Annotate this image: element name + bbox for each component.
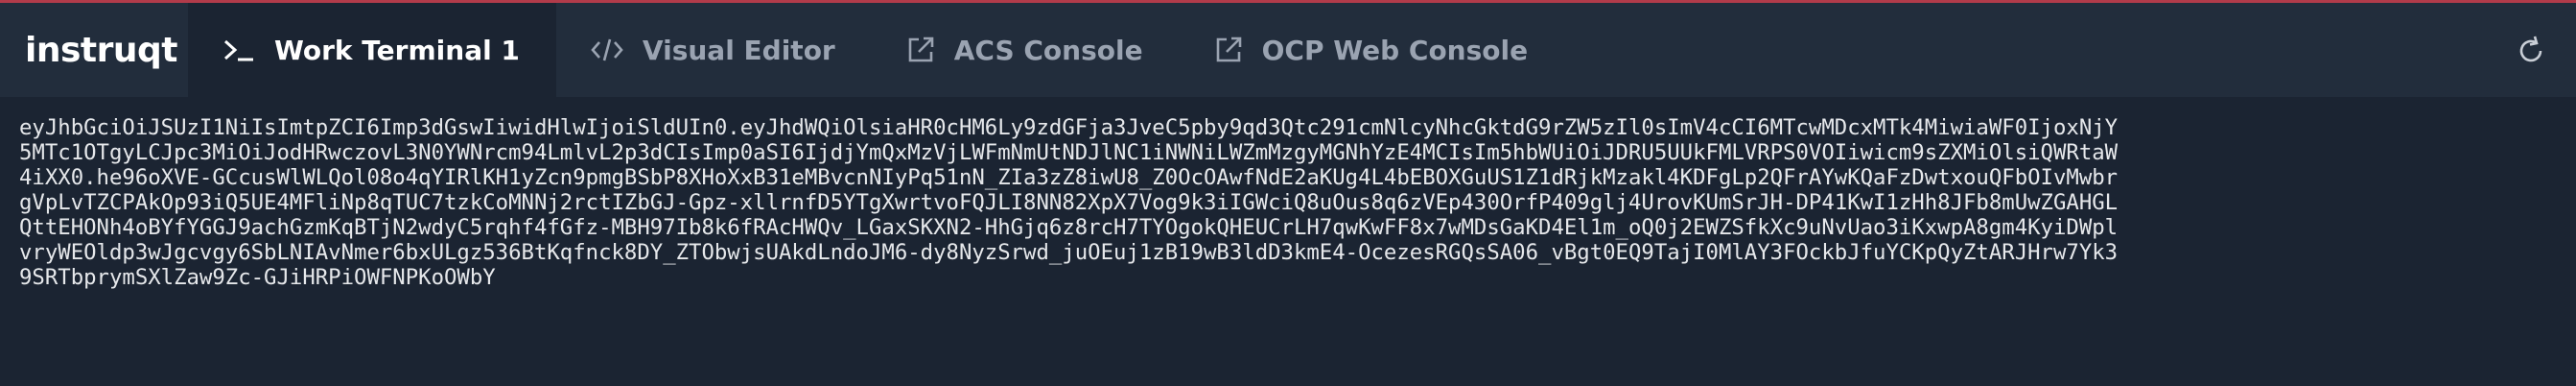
tab-work-terminal-1[interactable]: Work Terminal 1 <box>188 3 556 97</box>
tab-label: Work Terminal 1 <box>274 34 520 66</box>
external-link-icon <box>1214 36 1243 64</box>
tab-ocp-web-console[interactable]: OCP Web Console <box>1180 3 1565 97</box>
terminal-line: 5MTc1OTgyLCJpc3MiOiJodHRwczovL3N0YWNrcm9… <box>19 140 2119 165</box>
terminal-icon <box>222 37 255 62</box>
refresh-icon <box>2519 36 2542 62</box>
refresh-button[interactable] <box>2515 35 2547 67</box>
terminal-line: QttEHONh4oBYfYGGJ9achGzmKqBTjN2wdyC5rqhf… <box>19 215 2119 240</box>
terminal-line: gVpLvTZCPAkOp93iQ5UE4MFliNp8qTUC7tzkCoMN… <box>19 190 2119 215</box>
terminal-line: vryWEOldp3wJgcvgy6SbLNIAvNmer6bxULgz536B… <box>19 240 2119 265</box>
terminal-line: eyJhbGciOiJSUzI1NiIsImtpZCI6Imp3dGswIiwi… <box>19 115 2119 140</box>
terminal-prompt-line: ~ <box>19 290 2551 315</box>
tab-label: ACS Console <box>953 34 1143 66</box>
tab-label: OCP Web Console <box>1261 34 1529 66</box>
terminal-line: 4iXX0.he96oXVE-GCcusWlWLQol08o4qYIRlKH1y… <box>19 165 2119 190</box>
terminal-line: 9SRTbprymSXlZaw9Zc-GJiHRPiOWFNPKoOWbY <box>19 265 496 290</box>
tab-label: Visual Editor <box>642 34 835 66</box>
external-link-icon <box>906 36 935 64</box>
tab-visual-editor[interactable]: Visual Editor <box>556 3 872 97</box>
terminal-output[interactable]: eyJhbGciOiJSUzI1NiIsImtpZCI6Imp3dGswIiwi… <box>19 115 2551 315</box>
instruqt-logo: instruqt <box>25 30 177 70</box>
tab-bar: instruqt Work Terminal 1 Visual Editor A… <box>0 3 2576 97</box>
code-icon <box>591 36 623 63</box>
tab-acs-console[interactable]: ACS Console <box>872 3 1180 97</box>
